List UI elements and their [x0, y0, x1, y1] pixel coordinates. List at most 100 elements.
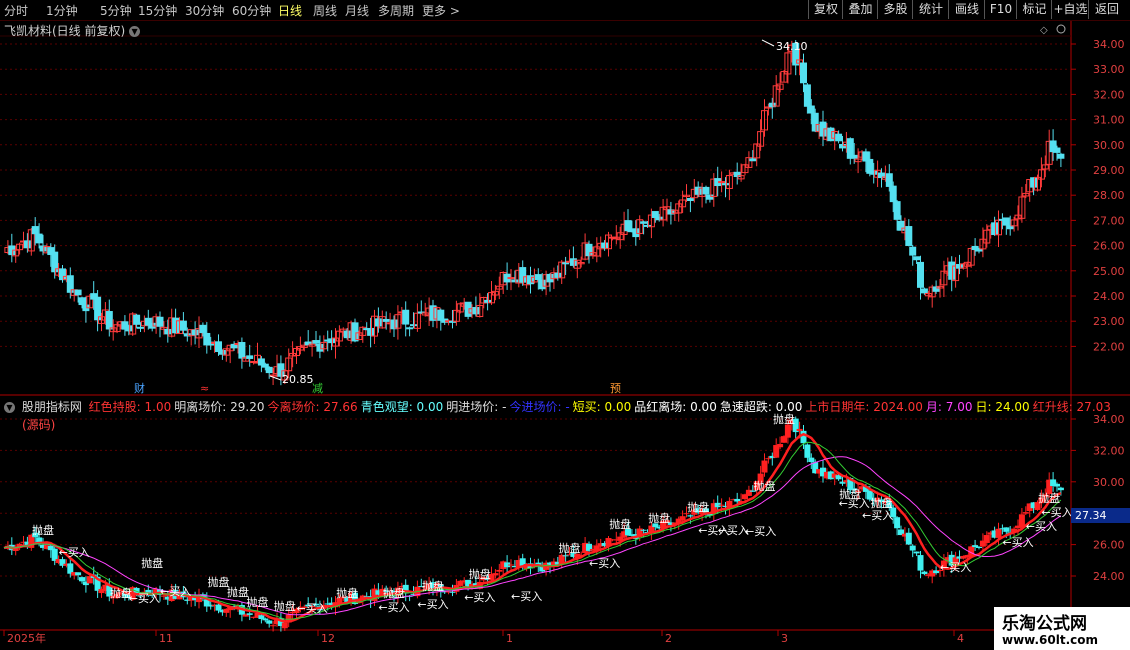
ind-body: [800, 430, 807, 444]
ind-body: [215, 604, 222, 611]
y-tick-label: 29.00: [1093, 164, 1125, 177]
candle-body: [803, 84, 811, 107]
toolbar-button[interactable]: 多股: [877, 0, 913, 19]
toolbar-button[interactable]: 标记: [1016, 0, 1052, 19]
period-tab[interactable]: 5分钟: [100, 2, 132, 19]
indicator-param: 品红离场: 0.00: [634, 400, 717, 414]
indicator-param: 今进场价: -: [509, 400, 570, 414]
candle-body: [702, 186, 710, 195]
candle-body: [390, 319, 398, 330]
toolbar-button[interactable]: 叠加: [842, 0, 878, 19]
candle-body: [749, 158, 757, 162]
x-tick-label: 1: [506, 632, 513, 645]
ind-body: [492, 573, 499, 576]
period-tab[interactable]: 多周期: [378, 2, 414, 19]
indicator-params: 红色持股: 1.00 明离场价: 29.20 今离场价: 27.66 青色观望: 0.…: [89, 400, 1114, 414]
indicator-name[interactable]: 股朋指标网: [22, 400, 82, 414]
buy-signal: ←买入: [862, 509, 893, 522]
ind-body: [894, 517, 901, 529]
candle-body: [975, 248, 983, 252]
indicator-header: ▼ 股朋指标网 红色持股: 1.00 明离场价: 29.20 今离场价: 27.66…: [4, 398, 1117, 415]
sell-signal: 抛盘: [247, 595, 269, 609]
ind-body: [784, 424, 791, 438]
chevron-down-icon[interactable]: ▼: [4, 402, 15, 413]
y-tick-label: 31.00: [1093, 114, 1125, 127]
candle-body: [632, 228, 640, 238]
candle-body: [839, 144, 846, 149]
ind-body: [562, 555, 569, 557]
ind-body: [913, 551, 920, 554]
indicator-source-label[interactable]: (源码): [22, 416, 55, 433]
ind-body: [765, 458, 772, 460]
candle-body: [374, 318, 382, 327]
sell-signal: 抛盘: [32, 523, 54, 537]
x-tick-label: 2025年: [7, 631, 46, 645]
toolbar-button[interactable]: 统计: [912, 0, 949, 19]
period-tab[interactable]: 更多 >: [422, 2, 460, 19]
period-tab[interactable]: 月线: [345, 2, 369, 19]
x-tick-label: 11: [159, 632, 173, 645]
candle-body: [35, 233, 43, 244]
buy-signal: ←买入: [1041, 506, 1072, 519]
indicator-param: 上市日期年: 2024.00: [805, 400, 923, 414]
candle-body: [917, 261, 924, 288]
y-tick-label: 32.00: [1093, 88, 1125, 101]
indicator-param: 红升线: 27.03: [1032, 400, 1111, 414]
candle-body: [31, 226, 39, 235]
candle-body: [920, 288, 928, 294]
candle-body: [133, 314, 141, 325]
chevron-down-icon[interactable]: ▼: [129, 26, 141, 37]
ind-body: [808, 457, 815, 462]
y-tick-label: 23.00: [1093, 315, 1125, 328]
event-marker: 预: [610, 382, 621, 395]
sell-signal: 抛盘: [871, 496, 893, 510]
candle-body: [23, 240, 31, 249]
period-tab[interactable]: 60分钟: [232, 2, 271, 19]
toolbar-button[interactable]: 返回: [1088, 0, 1125, 19]
toolbar-button[interactable]: 复权: [808, 0, 843, 19]
candle-body: [909, 246, 917, 256]
ind-body: [976, 546, 982, 548]
event-marker: ≈: [200, 382, 209, 395]
candle-body: [238, 342, 246, 359]
buy-signal: ←买入: [297, 602, 328, 615]
ind-body: [449, 591, 456, 593]
candle-body: [1053, 147, 1061, 153]
ind-body: [496, 569, 503, 572]
candle-body: [410, 324, 417, 327]
period-tab[interactable]: 周线: [313, 2, 337, 19]
candle-body: [601, 242, 609, 249]
period-tab[interactable]: 日线: [278, 2, 302, 19]
toolbar-button[interactable]: +自选: [1051, 0, 1089, 19]
candle-body: [261, 363, 269, 368]
sell-signal: 抛盘: [141, 556, 163, 570]
period-tab[interactable]: 1分钟: [46, 2, 78, 19]
candle-body: [59, 268, 66, 281]
candle-body: [1002, 217, 1010, 226]
candle-body: [484, 299, 492, 303]
indicator-param: 今离场价: 27.66: [267, 400, 358, 414]
sell-signal: 抛盘: [754, 479, 776, 493]
toolbar-button[interactable]: F10: [984, 0, 1017, 19]
candle-body: [316, 343, 324, 352]
candle-body: [913, 256, 921, 261]
period-tab[interactable]: 30分钟: [185, 2, 224, 19]
ind-body: [508, 564, 514, 566]
period-tab[interactable]: 15分钟: [138, 2, 177, 19]
candle-body: [312, 340, 320, 344]
period-tab[interactable]: 分时: [4, 2, 28, 19]
y-tick-label: 22.00: [1093, 340, 1125, 353]
y-tick-label: 30.00: [1093, 139, 1125, 152]
candle-body: [554, 272, 562, 278]
chart-canvas[interactable]: 34.00 33.00 32.00 31.00 30.00 29.00 28.00 27.00…: [0, 0, 1130, 650]
ind-body: [1057, 487, 1064, 491]
x-tick-label: 3: [781, 632, 788, 645]
ind-body: [246, 613, 253, 615]
toolbar-button[interactable]: 画线: [948, 0, 985, 19]
sell-signal: 抛盘: [559, 541, 581, 555]
indicator-param: 红色持股: 1.00: [88, 400, 172, 414]
ind-body: [718, 504, 725, 506]
ind-body: [995, 528, 1002, 538]
candle-body: [74, 289, 82, 296]
candle-body: [343, 330, 351, 339]
